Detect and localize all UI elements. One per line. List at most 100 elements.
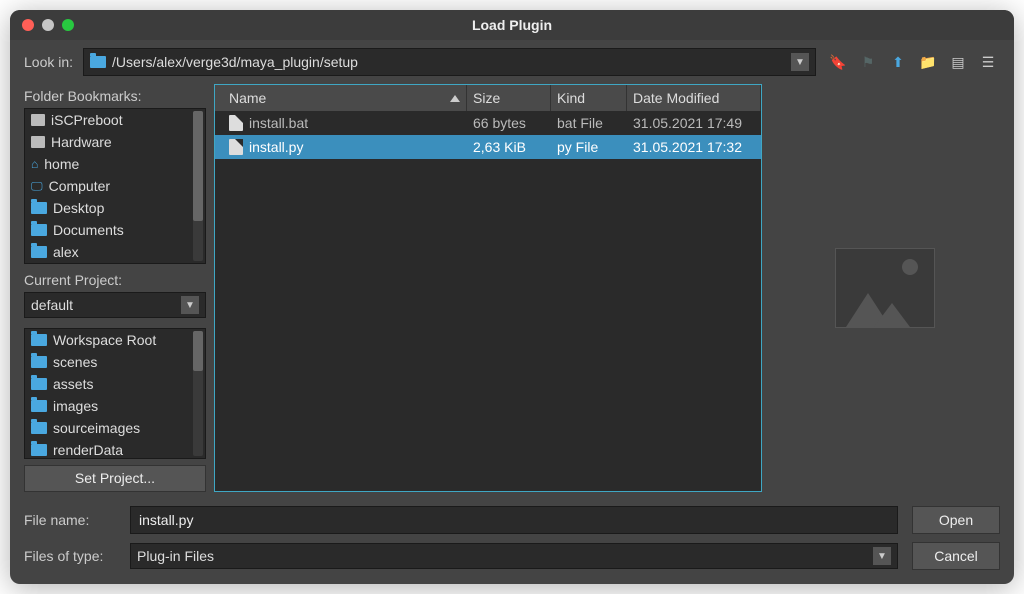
list-item-label: Workspace Root (53, 332, 156, 348)
col-kind[interactable]: Kind (551, 85, 627, 111)
workspace-list[interactable]: Workspace Root scenes assets images sourceim… (24, 328, 206, 459)
file-name: install.py (249, 139, 303, 155)
list-item-label: Computer (49, 178, 110, 194)
file-name: install.bat (249, 115, 308, 131)
col-size[interactable]: Size (467, 85, 551, 111)
bookmark-add-icon[interactable]: 🔖 (826, 50, 850, 74)
folder-icon (31, 334, 47, 346)
list-item[interactable]: ⌂ home (25, 153, 205, 175)
list-item-label: sourceimages (53, 420, 140, 436)
list-item-label: Documents (53, 222, 124, 238)
filename-label: File name: (24, 512, 116, 528)
col-date[interactable]: Date Modified (627, 85, 761, 111)
list-item-label: Hardware (51, 134, 112, 150)
list-item-label: iSCPreboot (51, 112, 123, 128)
file-kind: bat File (551, 115, 627, 131)
footer: File name: Open Files of type: Plug-in F… (10, 500, 1014, 584)
file-date: 31.05.2021 17:32 (627, 139, 761, 155)
detail-view-icon[interactable]: ☰ (976, 50, 1000, 74)
chevron-down-icon[interactable]: ▼ (181, 296, 199, 314)
list-item-label: assets (53, 376, 93, 392)
file-icon (229, 115, 243, 131)
traffic-lights (22, 19, 74, 31)
table-body[interactable]: install.bat 66 bytes bat File 31.05.2021… (215, 111, 761, 491)
disk-icon (31, 136, 45, 148)
folder-icon (31, 400, 47, 412)
file-size: 2,63 KiB (467, 139, 551, 155)
dialog-window: Load Plugin Look in: /Users/alex/verge3d… (10, 10, 1014, 584)
list-item-label: renderData (53, 442, 123, 458)
folder-icon (31, 356, 47, 368)
bookmarks-list[interactable]: iSCPreboot Hardware ⌂ home🖵 Computer Desktop D… (24, 108, 206, 264)
list-item-label: scenes (53, 354, 97, 370)
table-row[interactable]: install.bat 66 bytes bat File 31.05.2021… (215, 111, 761, 135)
list-item-label: Desktop (53, 200, 104, 216)
list-item[interactable]: Desktop (25, 197, 205, 219)
file-date: 31.05.2021 17:49 (627, 115, 761, 131)
sort-asc-icon (450, 95, 460, 102)
scrollbar[interactable] (193, 111, 203, 261)
minimize-icon[interactable] (42, 19, 54, 31)
lookin-row: Look in: /Users/alex/verge3d/maya_plugin… (10, 40, 1014, 84)
list-item[interactable]: sourceimages (25, 417, 205, 439)
filename-input[interactable] (130, 506, 898, 534)
list-item[interactable]: scenes (25, 351, 205, 373)
list-item[interactable]: renderData (25, 439, 205, 459)
list-item[interactable]: iSCPreboot (25, 109, 205, 131)
list-item[interactable]: Documents (25, 219, 205, 241)
list-item[interactable]: images (25, 395, 205, 417)
bookmark-remove-icon[interactable]: ⚑ (856, 50, 880, 74)
cancel-button[interactable]: Cancel (912, 542, 1000, 570)
project-label: Current Project: (24, 272, 206, 288)
folder-icon (90, 56, 106, 68)
home-icon: ⌂ (31, 157, 38, 171)
table-row[interactable]: install.py 2,63 KiB py File 31.05.2021 1… (215, 135, 761, 159)
list-view-icon[interactable]: ▤ (946, 50, 970, 74)
new-folder-icon[interactable]: 📁 (916, 50, 940, 74)
table-header: Name Size Kind Date Modified (215, 85, 761, 111)
project-combo[interactable]: default ▼ (24, 292, 206, 317)
file-kind: py File (551, 139, 627, 155)
maximize-icon[interactable] (62, 19, 74, 31)
filetype-combo[interactable]: Plug-in Files ▼ (130, 543, 898, 569)
monitor-icon: 🖵 (31, 179, 43, 194)
chevron-down-icon[interactable]: ▼ (873, 547, 891, 565)
preview-pane (770, 84, 1000, 492)
file-size: 66 bytes (467, 115, 551, 131)
col-name[interactable]: Name (223, 85, 467, 111)
list-item[interactable]: 🖵 Computer (25, 175, 205, 197)
project-value: default (31, 297, 73, 313)
folder-icon (31, 246, 47, 258)
path-combo[interactable]: /Users/alex/verge3d/maya_plugin/setup ▼ (83, 48, 816, 76)
folder-icon (31, 378, 47, 390)
titlebar: Load Plugin (10, 10, 1014, 40)
folder-icon (31, 202, 47, 214)
disk-icon (31, 114, 45, 126)
list-item-label: home (44, 156, 79, 172)
list-item[interactable]: Workspace Root (25, 329, 205, 351)
folder-icon (31, 224, 47, 236)
image-placeholder-icon (835, 248, 935, 328)
open-button[interactable]: Open (912, 506, 1000, 534)
list-item[interactable]: alex (25, 241, 205, 263)
close-icon[interactable] (22, 19, 34, 31)
filetype-label: Files of type: (24, 548, 116, 564)
window-title: Load Plugin (472, 17, 552, 33)
scrollbar[interactable] (193, 331, 203, 456)
chevron-down-icon[interactable]: ▼ (791, 53, 809, 71)
file-icon (229, 139, 243, 155)
bookmarks-label: Folder Bookmarks: (24, 88, 206, 104)
path-text: /Users/alex/verge3d/maya_plugin/setup (112, 54, 358, 70)
file-table: Name Size Kind Date Modified install.bat… (214, 84, 762, 492)
set-project-button[interactable]: Set Project... (24, 465, 206, 492)
list-item-label: alex (53, 244, 79, 260)
list-item-label: images (53, 398, 98, 414)
nav-icons: 🔖 ⚑ ⬆ 📁 ▤ ☰ (826, 50, 1000, 74)
filetype-value: Plug-in Files (137, 548, 214, 564)
list-item[interactable]: Hardware (25, 131, 205, 153)
list-item[interactable]: assets (25, 373, 205, 395)
folder-icon (31, 444, 47, 456)
up-icon[interactable]: ⬆ (886, 50, 910, 74)
folder-icon (31, 422, 47, 434)
sidebar: Folder Bookmarks: iSCPreboot Hardware ⌂ hom… (24, 84, 206, 492)
